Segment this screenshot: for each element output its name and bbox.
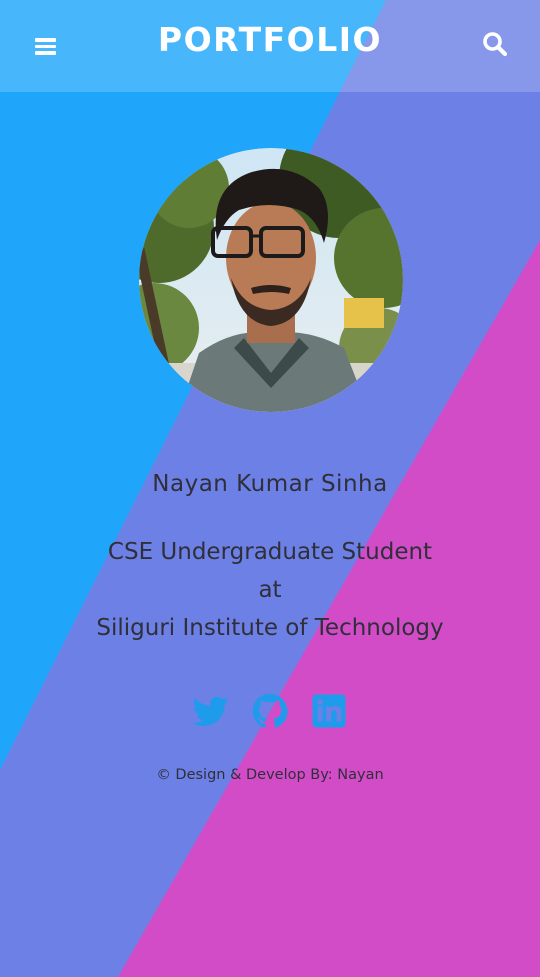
profile-tagline: CSE Undergraduate Student at Siliguri In… [0, 533, 540, 647]
profile-name: Nayan Kumar Sinha [152, 471, 388, 497]
footer-credit: © Design & Develop By: Nayan [156, 767, 384, 783]
github-icon[interactable] [252, 693, 288, 729]
role-connector: at [258, 577, 282, 603]
top-navbar: PORTFOLIO [0, 0, 540, 92]
linkedin-icon[interactable] [311, 693, 347, 729]
social-links [0, 693, 540, 733]
search-icon[interactable] [480, 29, 510, 59]
brand-title[interactable]: PORTFOLIO [0, 19, 540, 61]
institution-line: Siliguri Institute of Technology [96, 615, 444, 641]
profile-photo [139, 148, 403, 412]
role-line: CSE Undergraduate Student [107, 539, 433, 565]
twitter-icon[interactable] [192, 693, 229, 729]
portfolio-page: PORTFOLIO Nayan Kumar Sinha CSE Undergra… [0, 0, 540, 977]
